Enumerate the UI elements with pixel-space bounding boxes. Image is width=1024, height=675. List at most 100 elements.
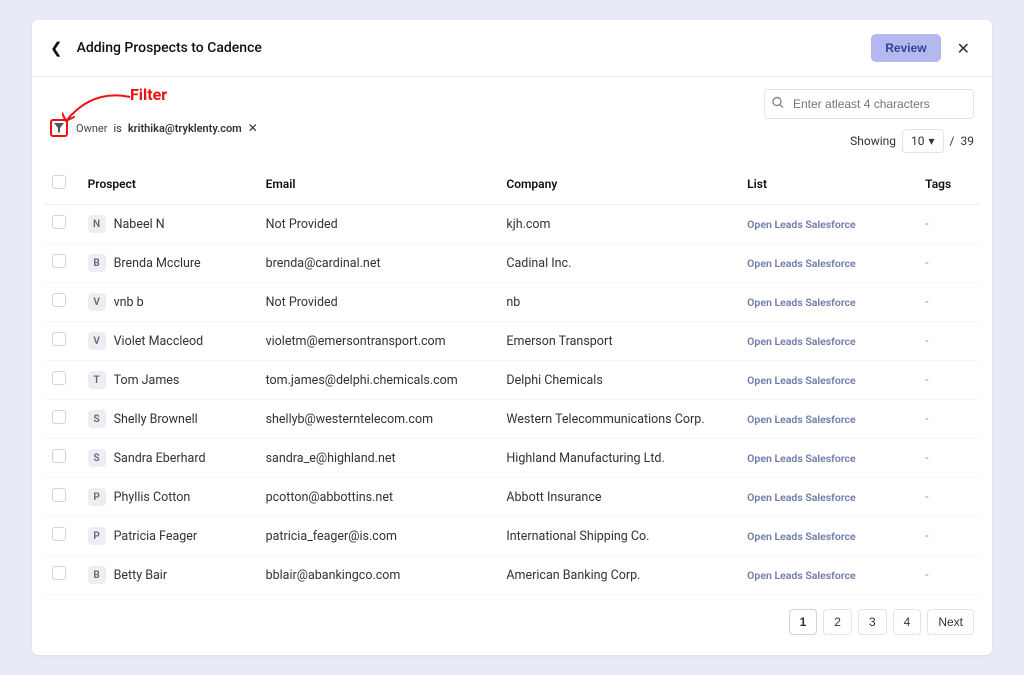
col-header-list[interactable]: List [739,163,917,205]
prospect-name: Violet Maccleod [114,334,204,349]
col-header-email[interactable]: Email [258,163,499,205]
table-row[interactable]: NNabeel NNot Providedkjh.comOpen Leads S… [44,205,980,244]
prospect-table-wrap: Prospect Email Company List Tags NNabeel… [32,159,992,595]
avatar: N [88,215,106,233]
company-cell: Abbott Insurance [498,478,739,517]
tags-cell: - [925,529,928,544]
company-cell: Western Telecommunications Corp. [498,400,739,439]
table-row[interactable]: PPatricia Feagerpatricia_feager@is.comIn… [44,517,980,556]
prospect-cell: VViolet Maccleod [88,332,250,350]
page-size-value: 10 [911,134,925,148]
showing-sep: / [950,134,955,148]
tags-cell: - [925,412,928,427]
email-cell: Not Provided [258,283,499,322]
company-cell: Highland Manufacturing Ltd. [498,439,739,478]
prospect-cell: SSandra Eberhard [88,449,250,467]
tags-cell: - [925,256,928,271]
row-checkbox[interactable] [52,215,66,229]
prospect-name: Tom James [114,373,180,388]
modal-panel: ❮ Adding Prospects to Cadence Review ✕ F… [32,20,992,655]
list-badge[interactable]: Open Leads Salesforce [747,218,855,231]
avatar: B [88,254,106,272]
prospect-name: Patricia Feager [114,529,198,544]
list-badge[interactable]: Open Leads Salesforce [747,452,855,465]
row-checkbox[interactable] [52,254,66,268]
row-checkbox[interactable] [52,410,66,424]
pagination: 1234Next [32,595,992,655]
filter-icon[interactable] [50,119,68,137]
filter-row: Owner is krithika@tryklenty.com ✕ [50,119,258,137]
filter-chip-value: krithika@tryklenty.com [128,122,242,135]
tags-cell: - [925,334,928,349]
company-cell: kjh.com [498,205,739,244]
company-cell: nb [498,283,739,322]
email-cell: shellyb@westerntelecom.com [258,400,499,439]
list-badge[interactable]: Open Leads Salesforce [747,491,855,504]
tags-cell: - [925,490,928,505]
avatar: T [88,371,106,389]
list-badge[interactable]: Open Leads Salesforce [747,296,855,309]
filter-chip-remove-icon[interactable]: ✕ [248,121,258,135]
table-row[interactable]: TTom Jamestom.james@delphi.chemicals.com… [44,361,980,400]
page-button-1[interactable]: 1 [789,609,818,635]
prospect-cell: B Brenda Mcclure [88,254,250,272]
table-row[interactable]: SSandra Eberhard sandra_e@highland.netHig… [44,439,980,478]
row-checkbox[interactable] [52,332,66,346]
select-all-checkbox[interactable] [52,175,66,189]
tags-cell: - [925,295,928,310]
prospect-cell: T Tom James [88,371,250,389]
list-badge[interactable]: Open Leads Salesforce [747,335,855,348]
showing-label: Showing [850,134,896,148]
row-checkbox[interactable] [52,371,66,385]
email-cell: Not Provided [258,205,499,244]
page-button-3[interactable]: 3 [858,609,887,635]
email-cell: sandra_e@highland.net [258,439,499,478]
search-input[interactable] [764,89,974,119]
close-icon[interactable]: ✕ [953,39,974,58]
list-badge[interactable]: Open Leads Salesforce [747,374,855,387]
list-badge[interactable]: Open Leads Salesforce [747,257,855,270]
row-checkbox[interactable] [52,488,66,502]
tags-cell: - [925,217,928,232]
prospect-name: Brenda Mcclure [114,256,201,271]
table-row[interactable]: BBrenda Mcclurebrenda@cardinal.netCadina… [44,244,980,283]
email-cell: brenda@cardinal.net [258,244,499,283]
tags-cell: - [925,568,928,583]
filter-chip: Owner is krithika@tryklenty.com ✕ [76,121,258,135]
next-page-button[interactable]: Next [927,609,974,635]
table-row[interactable]: SShelly Brownell shellyb@westerntelecom.c… [44,400,980,439]
row-checkbox[interactable] [52,449,66,463]
avatar: V [88,293,106,311]
prospect-name: Shelly Brownell [114,412,198,427]
header-right: Review ✕ [871,34,974,62]
page-size-select[interactable]: 10 ▾ [902,129,944,153]
row-checkbox[interactable] [52,527,66,541]
table-row[interactable]: Vvnb bNot ProvidednbOpen Leads Salesforc… [44,283,980,322]
table-row[interactable]: VViolet Maccleodvioletm@emersontransport… [44,322,980,361]
avatar: B [88,566,106,584]
table-row[interactable]: BBetty Bairbblair@abankingco.comAmerican… [44,556,980,595]
row-checkbox[interactable] [52,566,66,580]
col-header-company[interactable]: Company [498,163,739,205]
row-checkbox[interactable] [52,293,66,307]
prospect-name: Phyllis Cotton [114,490,191,505]
review-button[interactable]: Review [871,34,940,62]
filter-area: Filter Owner is krithika@tryklenty.com ✕ [50,89,258,137]
list-badge[interactable]: Open Leads Salesforce [747,530,855,543]
back-chevron-icon[interactable]: ❮ [50,39,63,57]
showing-total: 39 [961,134,975,148]
list-badge[interactable]: Open Leads Salesforce [747,413,855,426]
prospect-cell: PPhyllis Cotton [88,488,250,506]
col-header-tags[interactable]: Tags [917,163,980,205]
filter-chip-op: is [113,122,121,135]
header-left: ❮ Adding Prospects to Cadence [50,39,262,57]
prospect-table: Prospect Email Company List Tags NNabeel… [44,163,980,595]
avatar: S [88,449,106,467]
list-badge[interactable]: Open Leads Salesforce [747,569,855,582]
page-button-2[interactable]: 2 [823,609,852,635]
table-row[interactable]: PPhyllis Cottonpcotton@abbottins.netAbbo… [44,478,980,517]
page-button-4[interactable]: 4 [893,609,922,635]
col-header-prospect[interactable]: Prospect [80,163,258,205]
email-cell: bblair@abankingco.com [258,556,499,595]
prospect-cell: SShelly Brownell [88,410,250,428]
